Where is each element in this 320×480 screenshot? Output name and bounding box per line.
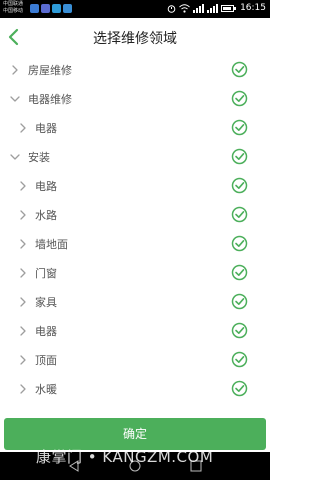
check-circle-icon[interactable] — [231, 235, 248, 252]
list-item[interactable]: 家具 — [0, 288, 270, 317]
list-item-label: 安装 — [28, 151, 50, 164]
list-item-label: 电器 — [35, 325, 57, 338]
check-circle-icon[interactable] — [231, 206, 248, 223]
battery-icon — [221, 4, 237, 12]
list-item-label: 电器维修 — [28, 93, 72, 106]
category-list[interactable]: 房屋维修 电器维修 电器 安装 电路 水路 墙地面 门窗 家具 电器 顶面 水暖 — [0, 56, 270, 414]
list-item[interactable]: 墙地面 — [0, 230, 270, 259]
app-notification-icon — [41, 4, 50, 13]
app-notification-icon — [63, 4, 72, 13]
watermark: 康掌门 • KANGZM.COM — [36, 448, 214, 466]
signal-icon — [193, 3, 205, 13]
list-item[interactable]: 门窗 — [0, 259, 270, 288]
notification-icons — [30, 4, 72, 13]
chevron-right-icon[interactable] — [18, 326, 28, 336]
check-circle-icon[interactable] — [231, 119, 248, 136]
list-item-label: 房屋维修 — [28, 64, 72, 77]
chevron-right-icon[interactable] — [18, 297, 28, 307]
check-circle-icon[interactable] — [231, 177, 248, 194]
page-title: 选择维修领域 — [93, 31, 177, 47]
status-bar: 中国联通 中国移动 16:15 — [0, 0, 270, 18]
carrier-2: 中国移动 — [3, 8, 24, 14]
check-circle-icon[interactable] — [231, 351, 248, 368]
list-item-label: 电器 — [35, 122, 57, 135]
list-item-label: 墙地面 — [35, 238, 68, 251]
check-circle-icon[interactable] — [231, 380, 248, 397]
check-circle-icon[interactable] — [231, 90, 248, 107]
list-item-label: 顶面 — [35, 354, 57, 367]
chevron-down-icon[interactable] — [10, 152, 20, 162]
list-item-label: 水暖 — [35, 383, 57, 396]
check-circle-icon[interactable] — [231, 322, 248, 339]
check-circle-icon[interactable] — [231, 148, 248, 165]
chevron-right-icon[interactable] — [18, 355, 28, 365]
list-item[interactable]: 电路 — [0, 172, 270, 201]
wifi-icon — [179, 3, 190, 13]
list-item[interactable]: 水暖 — [0, 375, 270, 404]
list-item[interactable]: 电器 — [0, 114, 270, 143]
check-circle-icon[interactable] — [231, 293, 248, 310]
chevron-right-icon[interactable] — [18, 239, 28, 249]
list-item[interactable]: 房屋维修 — [0, 56, 270, 85]
app-notification-icon — [30, 4, 39, 13]
list-item-label: 水路 — [35, 209, 57, 222]
app-notification-icon — [52, 4, 61, 13]
chevron-down-icon[interactable] — [10, 94, 20, 104]
app-header: 选择维修领域 — [0, 18, 270, 56]
list-item[interactable]: 安装 — [0, 143, 270, 172]
list-item[interactable]: 电器 — [0, 317, 270, 346]
alarm-icon — [167, 4, 176, 13]
check-circle-icon[interactable] — [231, 61, 248, 78]
chevron-right-icon[interactable] — [18, 268, 28, 278]
clock: 16:15 — [240, 3, 266, 13]
signal-icon-2 — [207, 3, 219, 13]
chevron-right-icon[interactable] — [18, 181, 28, 191]
status-indicators: 16:15 — [167, 3, 266, 13]
check-circle-icon[interactable] — [231, 264, 248, 281]
list-item-label: 门窗 — [35, 267, 57, 280]
chevron-right-icon[interactable] — [18, 210, 28, 220]
list-item[interactable]: 顶面 — [0, 346, 270, 375]
list-item-label: 家具 — [35, 296, 57, 309]
carrier-info: 中国联通 中国移动 — [3, 1, 23, 15]
chevron-right-icon[interactable] — [18, 123, 28, 133]
list-item[interactable]: 水路 — [0, 201, 270, 230]
list-item[interactable]: 电器维修 — [0, 85, 270, 114]
list-item-label: 电路 — [35, 180, 57, 193]
carrier-1: 中国联通 — [3, 1, 24, 7]
chevron-right-icon[interactable] — [18, 384, 28, 394]
chevron-right-icon[interactable] — [10, 65, 20, 75]
